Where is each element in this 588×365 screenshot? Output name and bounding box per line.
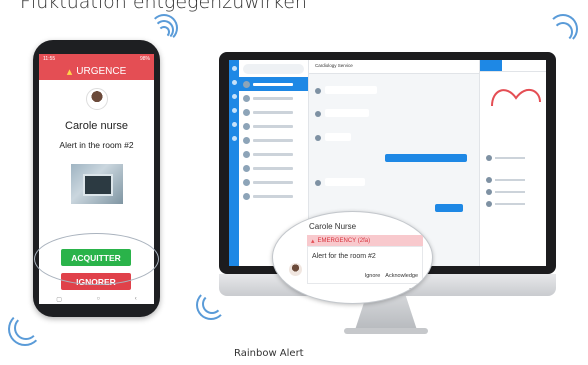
emergency-label: EMERGENCY (2fa) <box>317 237 371 244</box>
message-avatar <box>315 180 321 186</box>
nav-icon[interactable] <box>231 80 237 85</box>
message-time: 2:19 P <box>409 288 424 294</box>
urgent-alert-bar: ▴ URGENCE <box>39 63 154 80</box>
list-item[interactable] <box>239 91 308 105</box>
emergency-banner: ▴ EMERGENCY (2fa) <box>307 235 423 246</box>
caller-name: Carole nurse <box>65 120 128 132</box>
highlight-ellipse <box>34 233 159 285</box>
member-item[interactable] <box>486 154 536 162</box>
member-item[interactable] <box>486 188 536 196</box>
search-input[interactable] <box>243 64 304 74</box>
alert-zoom-callout: Carole Nurse ▴ EMERGENCY (2fa) Alert for… <box>272 211 433 304</box>
list-item[interactable] <box>239 105 308 119</box>
message-avatar <box>315 88 321 94</box>
message-avatar <box>315 135 321 141</box>
heart-logo-icon <box>491 88 541 107</box>
tab-members[interactable] <box>524 60 546 72</box>
siren-icon: ▴ <box>311 237 315 245</box>
siren-icon: ▴ <box>66 66 73 78</box>
member-item[interactable] <box>486 200 536 208</box>
list-item[interactable] <box>239 133 308 147</box>
list-item[interactable] <box>239 147 308 161</box>
details-tabs <box>480 60 546 72</box>
monitor-stand-base <box>344 328 428 334</box>
tab-files[interactable] <box>502 60 524 72</box>
list-item[interactable] <box>239 77 308 91</box>
android-nav-bar: ▢ ○ ‹ <box>39 294 154 304</box>
list-item[interactable] <box>239 175 308 189</box>
alert-card: Alert for the room #2 Ignore Acknowledge <box>307 246 423 284</box>
status-time: 11:55 <box>43 55 56 62</box>
home-icon[interactable]: ○ <box>97 296 101 302</box>
sender-avatar <box>289 263 302 276</box>
list-item[interactable] <box>239 119 308 133</box>
message-avatar <box>315 111 321 117</box>
acknowledge-button[interactable]: Acknowledge <box>385 273 418 279</box>
list-item[interactable] <box>239 161 308 175</box>
member-item[interactable] <box>486 176 536 184</box>
signal-wave-icon <box>158 26 170 38</box>
alert-message: Alert for the room #2 <box>312 253 376 260</box>
app-sidebar <box>229 60 239 266</box>
chat-header: Cardiology Service <box>309 60 479 74</box>
signal-wave-icon <box>202 294 222 314</box>
callout-sender: Carole Nurse <box>309 222 357 231</box>
nav-icon[interactable] <box>231 66 237 71</box>
figure-caption: Rainbow Alert <box>234 348 304 359</box>
alert-title: URGENCE <box>76 66 127 77</box>
chat-message <box>385 154 467 162</box>
nav-icon[interactable] <box>231 122 237 127</box>
alert-message: Alert in the room #2 <box>59 140 134 150</box>
phone-status-bar: 11:55 98% <box>39 54 154 63</box>
room-photo <box>70 164 123 204</box>
back-icon[interactable]: ‹ <box>135 296 137 302</box>
nav-icon[interactable] <box>231 94 237 99</box>
signal-wave-icon <box>14 316 38 340</box>
signal-wave-icon <box>553 22 573 42</box>
chat-message <box>325 133 351 141</box>
chat-message <box>325 178 365 186</box>
ignore-button[interactable]: Ignore <box>365 273 381 279</box>
status-battery: 98% <box>139 55 150 62</box>
caller-avatar <box>85 88 108 110</box>
details-panel <box>479 60 546 266</box>
chat-message <box>325 86 377 94</box>
page-heading: Fluktuation entgegenzuwirken <box>20 0 307 13</box>
tab-info[interactable] <box>480 60 502 72</box>
recent-apps-icon[interactable]: ▢ <box>56 296 62 303</box>
list-item[interactable] <box>239 189 308 203</box>
nav-icon[interactable] <box>231 108 237 113</box>
chat-message <box>435 204 463 212</box>
nav-icon[interactable] <box>231 136 237 141</box>
chat-message <box>325 109 369 117</box>
alert-actions: Ignore Acknowledge <box>365 273 418 279</box>
